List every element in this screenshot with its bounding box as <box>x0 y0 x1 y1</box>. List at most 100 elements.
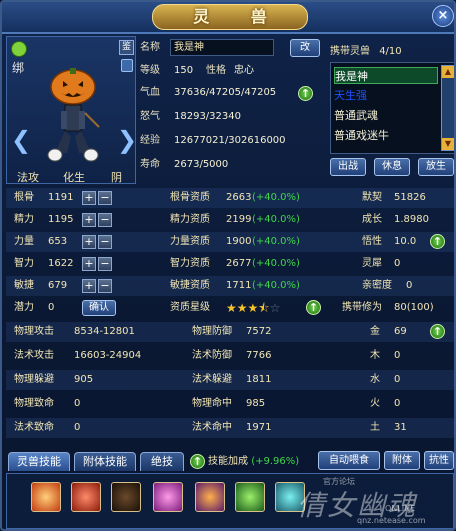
stat-label: 根骨 <box>14 192 34 203</box>
release-button[interactable]: 放生 <box>418 158 454 176</box>
rotate-left-icon[interactable]: ❮ <box>11 127 31 153</box>
minus-button[interactable]: − <box>98 191 112 205</box>
insight-up-icon[interactable]: ↑ <box>430 234 445 249</box>
title-bar: 灵 兽 × <box>2 2 454 34</box>
combat-label: 物理致命 <box>14 398 54 409</box>
resist-button[interactable]: 抗性 <box>424 451 454 470</box>
extra-label: 成长 <box>362 214 382 225</box>
fire-skill-icon[interactable] <box>31 482 61 512</box>
combat-value: 0 <box>74 422 81 433</box>
list-scrollbar[interactable]: ▲ ▼ <box>441 65 454 151</box>
rename-button[interactable]: 改 <box>290 39 320 57</box>
combat-label: 法术命中 <box>192 422 232 433</box>
stat-row-constitution: 根骨 1191 + − 根骨资质 2663 (+40.0%) 默契 51826 <box>6 188 454 208</box>
aptitude-bonus: (+40.0%) <box>252 214 300 225</box>
deploy-button[interactable]: 出战 <box>330 158 366 176</box>
aptitude-value: 2677 <box>226 258 252 269</box>
auto-feed-button[interactable]: 自动喂食 <box>318 451 380 470</box>
combat-row: 物理攻击 8534-12801 物理防御 7572 金 69 ↑ <box>6 322 454 342</box>
scroll-down-icon[interactable]: ▼ <box>442 138 454 150</box>
carry-label: 携带灵兽 <box>330 46 370 57</box>
hp-up-icon[interactable]: ↑ <box>298 86 313 101</box>
stat-row-intelligence: 智力 1622 + − 智力资质 2677 (+40.0%) 灵犀 0 <box>6 254 454 274</box>
extra-value: 1.8980 <box>394 214 429 225</box>
close-button[interactable]: × <box>432 5 454 27</box>
combat-row: 法术致命 0 法术命中 1971 土 31 <box>6 418 454 438</box>
minus-button[interactable]: − <box>98 213 112 227</box>
aptitude-label: 智力资质 <box>170 258 210 269</box>
pet-portrait-panel: 绑 鉴 ❮ ❯ 法攻 化生 阴 <box>6 36 137 184</box>
temper-label: 性格 <box>206 65 226 76</box>
claw-skill-icon[interactable] <box>195 482 225 512</box>
tab-ultimate[interactable]: 绝技 <box>140 452 184 471</box>
stat-label: 精力 <box>14 214 34 225</box>
element-label: 金 <box>370 326 380 337</box>
extra-label: 灵犀 <box>362 258 382 269</box>
blade-skill-icon[interactable] <box>71 482 101 512</box>
pet-list-item[interactable]: 普通戏迷牛 <box>334 127 438 144</box>
watermark-site: qnz.netease.com <box>357 516 426 525</box>
plus-button[interactable]: + <box>82 279 96 293</box>
window-title: 灵 兽 <box>152 4 308 30</box>
element-label: 火 <box>370 398 380 409</box>
combat-value: 7572 <box>246 326 272 337</box>
extra-value: 10.0 <box>394 236 417 247</box>
pet-list-item[interactable]: 我是神 <box>334 67 438 84</box>
scroll-up-icon[interactable]: ▲ <box>442 66 454 78</box>
nature-skill-icon[interactable] <box>235 482 265 512</box>
charm-skill-icon[interactable] <box>153 482 183 512</box>
combat-label: 法术防御 <box>192 350 232 361</box>
rest-button[interactable]: 休息 <box>374 158 410 176</box>
appraise-button[interactable]: 鉴 <box>119 40 134 55</box>
exp-label: 经验 <box>140 135 160 146</box>
combat-row: 物理致命 0 物理命中 985 火 0 <box>6 394 454 414</box>
element-value: 31 <box>394 422 407 433</box>
extra-value: 51826 <box>394 192 426 203</box>
minus-button[interactable]: − <box>98 235 112 249</box>
aptitude-value: 2199 <box>226 214 252 225</box>
tab-attach-skills[interactable]: 附体技能 <box>74 452 136 471</box>
aptitude-label: 敏捷资质 <box>170 280 210 291</box>
pet-list-item[interactable]: 天生强 <box>334 87 438 104</box>
stats-grid: 根骨 1191 + − 根骨资质 2663 (+40.0%) 默契 51826 … <box>6 188 454 448</box>
combat-label: 法术致命 <box>14 422 54 433</box>
plus-button[interactable]: + <box>82 213 96 227</box>
beast-skill-icon[interactable] <box>111 482 141 512</box>
minus-button[interactable]: − <box>98 257 112 271</box>
carry-count: 4/10 <box>379 46 402 57</box>
rotate-right-icon[interactable]: ❯ <box>117 127 137 153</box>
skill-bonus-value: (+9.96%) <box>251 456 300 467</box>
aptitude-value: 1900 <box>226 236 252 247</box>
rage-value: 18293/32340 <box>174 111 241 122</box>
plus-button[interactable]: + <box>82 235 96 249</box>
stat-row-agility: 敏捷 679 + − 敏捷资质 1711 (+40.0%) 亲密度 0 <box>6 276 454 296</box>
confirm-button[interactable]: 确认 <box>82 300 116 316</box>
lock-icon[interactable] <box>121 59 133 72</box>
carry-cultivation-label: 携带修为 <box>342 302 382 313</box>
minus-button[interactable]: − <box>98 279 112 293</box>
skill-bonus-up-icon[interactable]: ↑ <box>190 454 205 469</box>
name-field[interactable]: 我是神 <box>170 39 274 56</box>
element-label: 水 <box>370 374 380 385</box>
attach-button[interactable]: 附体 <box>384 451 420 470</box>
tab-pet-skills[interactable]: 灵兽技能 <box>8 452 70 471</box>
combat-label: 物理防御 <box>192 326 232 337</box>
combat-label: 法术攻击 <box>14 350 54 361</box>
star-up-icon[interactable]: ↑ <box>306 300 321 315</box>
aptitude-label: 精力资质 <box>170 214 210 225</box>
combat-label: 法术躲避 <box>192 374 232 385</box>
level-label: 等级 <box>140 65 160 76</box>
element-up-icon[interactable]: ↑ <box>430 324 445 339</box>
combat-label: 物理攻击 <box>14 326 54 337</box>
pet-list-item[interactable]: 普通武魂 <box>334 107 438 124</box>
name-label: 名称 <box>140 42 160 53</box>
plus-button[interactable]: + <box>82 191 96 205</box>
stat-row-energy: 精力 1195 + − 精力资质 2199 (+40.0%) 成长 1.8980 <box>6 210 454 230</box>
extra-label: 默契 <box>362 192 382 203</box>
aptitude-star-label: 资质星级 <box>170 302 210 313</box>
plus-button[interactable]: + <box>82 257 96 271</box>
combat-value: 985 <box>246 398 266 409</box>
aptitude-bonus: (+40.0%) <box>252 258 300 269</box>
element-value: 0 <box>394 398 401 409</box>
stat-value: 1195 <box>48 214 74 225</box>
